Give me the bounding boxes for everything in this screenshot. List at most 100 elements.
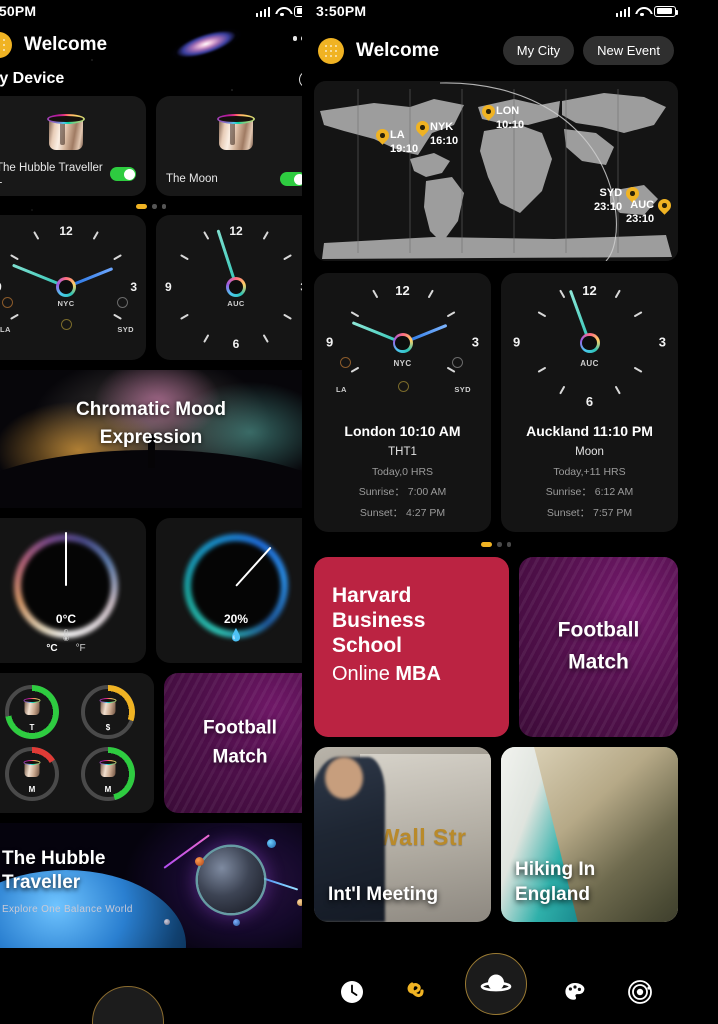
device-jar-icon	[216, 110, 256, 152]
nav-clock-icon[interactable]	[335, 975, 369, 1009]
nav-palette-icon[interactable]	[558, 975, 592, 1009]
football-match-card-left[interactable]: Football Match	[164, 672, 302, 813]
thermometer-icon: 🌡	[58, 627, 74, 642]
clock-hub-icon	[226, 277, 246, 297]
photo-card-title: Hiking In England	[515, 859, 596, 905]
clock-number-9: 9	[326, 334, 334, 350]
clock-center-label: AUC	[227, 298, 245, 308]
hbs-line1: Harvard	[332, 583, 412, 607]
unit-celsius[interactable]: °C	[46, 643, 57, 654]
right-clock-row: 12 9 3 NYC LA SYD London 10:10 AM THT1 T…	[314, 273, 678, 532]
clock-sunrise: Sunrise： 6:12 AM	[545, 486, 634, 498]
harvard-business-school-card[interactable]: Harvard Business School Online MBA	[314, 556, 509, 737]
battery-icon	[294, 5, 302, 17]
clock-number-3: 3	[471, 334, 479, 350]
map-marker-lon[interactable]	[482, 105, 495, 122]
pod-label: M	[28, 784, 36, 794]
football-match-card-right[interactable]: Football Match	[519, 556, 678, 737]
clock-offset: Today,0 HRS	[371, 466, 434, 478]
status-pod[interactable]: $	[81, 684, 135, 739]
brand-dot-icon[interactable]	[0, 32, 12, 58]
sub-dial-center	[397, 381, 409, 392]
status-pod[interactable]: M	[5, 746, 59, 801]
app-screen: 3:50PM Welcome My Device The Hu	[0, 0, 718, 1024]
device-card[interactable]: The Moon	[156, 96, 302, 196]
clock-number-3: 3	[658, 334, 666, 350]
humidity-gauge-card[interactable]: 20% 💧	[156, 517, 302, 663]
unit-fahrenheit[interactable]: °F	[76, 643, 86, 654]
status-pod[interactable]: M	[81, 746, 135, 801]
orb-decor	[164, 918, 170, 925]
pod-jar-icon	[99, 697, 117, 715]
clock-number-12: 12	[229, 223, 243, 238]
clock-number-6: 6	[232, 336, 240, 351]
clock-card-london[interactable]: 12 9 3 NYC LA SYD London 10:10 AM THT1 T…	[314, 273, 491, 532]
device-card[interactable]: The Hubble Traveller 1	[0, 96, 146, 196]
temperature-gauge-card[interactable]: 0°C 🌡 °C °F	[0, 517, 146, 663]
orb-decor	[267, 838, 276, 848]
battery-icon	[654, 5, 678, 17]
clock-widget-auc[interactable]: 12 9 3 6 AUC	[156, 214, 302, 360]
pod-jar-icon	[23, 759, 41, 777]
football-title-line2: Match	[212, 746, 268, 768]
map-pin-icon	[416, 121, 429, 138]
left-status-time: 3:50PM	[0, 3, 37, 19]
intl-meeting-card[interactable]: Wall Str Int'l Meeting	[314, 746, 491, 922]
clock-number-12: 12	[582, 283, 597, 298]
chromatic-mood-card[interactable]: Chromatic Mood Expression	[0, 369, 302, 508]
device-name: The Hubble Traveller 1	[0, 162, 103, 186]
clock-hub-icon	[56, 277, 76, 297]
map-marker-auc[interactable]	[658, 199, 671, 216]
my-city-button[interactable]: My City	[502, 36, 575, 65]
clock-sunset: Sunset： 4:27 PM	[359, 507, 446, 519]
clock-widget-nyc[interactable]: 12 9 3 NYC LA SYD	[0, 214, 146, 360]
clock-number-12: 12	[395, 283, 410, 298]
nav-planet-icon[interactable]	[464, 953, 527, 1015]
clock-face-nyc: 12 9 3 NYC LA SYD	[314, 273, 491, 423]
more-dots-icon[interactable]	[292, 36, 302, 41]
wifi-icon	[275, 6, 289, 17]
clock-card-auckland[interactable]: 12 9 3 6 AUC Auckland 11:10 PM Moon Toda…	[501, 273, 678, 532]
humidity-value: 20%	[223, 611, 249, 626]
wifi-icon	[635, 6, 649, 17]
device-status-card[interactable]: T $ M M	[0, 672, 154, 813]
temperature-needle	[65, 531, 67, 586]
status-pod[interactable]: T	[5, 684, 59, 739]
new-event-button[interactable]: New Event	[583, 36, 674, 65]
brand-dot-icon[interactable]	[318, 37, 344, 64]
map-label-la: LA 19:10	[390, 129, 419, 155]
football-title-line1: Football	[203, 717, 277, 739]
mood-title-line1: Chromatic Mood	[76, 398, 226, 420]
clock-center-label: NYC	[57, 298, 75, 308]
clock-face-auc: 12 9 3 6 AUC	[501, 273, 678, 423]
hubble-planet-icon	[198, 846, 264, 913]
map-label-lon: LON 10:10	[496, 105, 525, 131]
left-page-indicator[interactable]	[0, 196, 302, 215]
hubble-traveller-banner[interactable]: The Hubble Traveller Explore One Balance…	[0, 822, 302, 948]
person-head	[324, 757, 363, 799]
right-header: Welcome My City New Event	[302, 22, 690, 75]
wall-street-sign-text: Wall Str	[377, 823, 467, 850]
device-jar-icon	[46, 110, 86, 152]
hubble-subtitle: Explore One Balance World	[2, 903, 133, 915]
my-device-section-header: My Device	[0, 64, 302, 96]
map-label-syd: SYD 23:10	[594, 187, 623, 213]
pod-jar-icon	[99, 759, 117, 777]
left-nav-center-button[interactable]	[92, 986, 164, 1024]
signal-icon	[255, 6, 270, 17]
pod-label: M	[104, 784, 112, 794]
right-page-indicator[interactable]	[302, 532, 690, 551]
map-marker-nyk[interactable]	[416, 121, 429, 138]
world-map-card[interactable]: LA 19:10 NYK 16:10 LON 10:10 SYD 23:10 AUC 23…	[314, 81, 678, 261]
device-toggle[interactable]	[280, 172, 302, 186]
pod-label: $	[105, 722, 111, 732]
humidity-drop-icon: 💧	[228, 627, 244, 642]
left-header: Welcome	[0, 12, 302, 76]
hiking-england-card[interactable]: Hiking In England	[501, 746, 678, 922]
clock-number-12: 12	[59, 223, 73, 238]
device-toggle[interactable]	[110, 167, 136, 181]
nav-orbit-icon[interactable]	[623, 975, 657, 1009]
clock-sub-label-syd: SYD	[117, 324, 134, 334]
nav-knot-icon[interactable]	[400, 975, 434, 1009]
map-marker-la[interactable]	[376, 129, 389, 146]
